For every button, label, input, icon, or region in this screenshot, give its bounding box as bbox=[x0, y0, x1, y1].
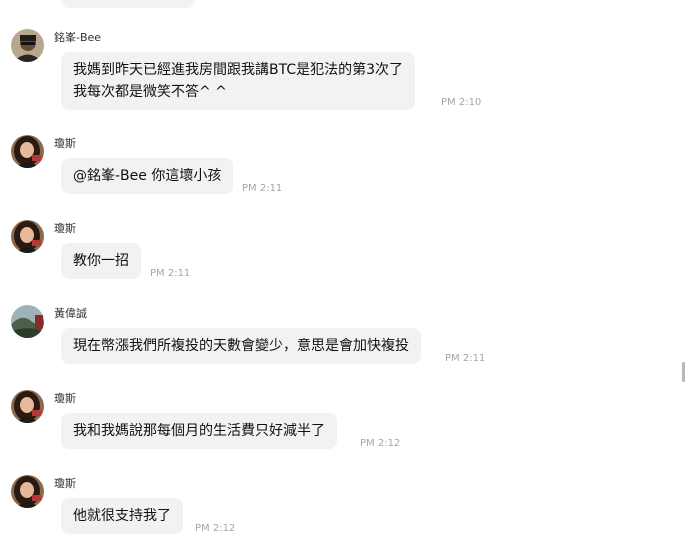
message-text: @銘峯-Bee 你這壞小孩 bbox=[73, 168, 222, 184]
scrollbar-thumb[interactable] bbox=[682, 362, 685, 382]
sender-name[interactable]: 瓊斯 bbox=[54, 220, 76, 236]
message-text: 現在幣漲我們所複投的天數會變少，意思是會加快複投 bbox=[73, 338, 409, 354]
message-bubble[interactable]: 他就很支持我了 bbox=[61, 498, 183, 534]
message-bubble[interactable]: 我和我媽說那每個月的生活費只好減半了 bbox=[61, 413, 337, 449]
message-bubble[interactable]: 我媽到昨天已經進我房間跟我講BTC是犯法的第3次了 我每次都是微笑不答^ ^ bbox=[61, 52, 416, 110]
sender-name[interactable]: 瓊斯 bbox=[54, 390, 76, 406]
female-avatar-icon[interactable] bbox=[11, 475, 44, 508]
message-timestamp: PM 2:11 bbox=[150, 268, 191, 279]
chat-message: 瓊斯 我和我媽說那每個月的生活費只好減半了 PM 2:12 bbox=[0, 388, 687, 472]
female-avatar-icon[interactable] bbox=[11, 220, 44, 253]
chat-message: 銘峯-Bee 我媽到昨天已經進我房間跟我講BTC是犯法的第3次了 我每次都是微笑… bbox=[0, 27, 687, 111]
message-text: 我媽到昨天已經進我房間跟我講BTC是犯法的第3次了 bbox=[73, 62, 404, 78]
male-avatar-icon[interactable] bbox=[11, 29, 44, 62]
landscape-avatar-icon[interactable] bbox=[11, 305, 44, 338]
previous-message-bubble bbox=[61, 0, 195, 8]
chat-message: 黃偉誠 現在幣漲我們所複投的天數會變少，意思是會加快複投 PM 2:11 bbox=[0, 303, 687, 387]
message-bubble[interactable]: @銘峯-Bee 你這壞小孩 bbox=[61, 158, 234, 194]
message-text: 我和我媽說那每個月的生活費只好減半了 bbox=[73, 423, 325, 439]
message-bubble[interactable]: 教你一招 bbox=[61, 243, 141, 279]
sender-name[interactable]: 瓊斯 bbox=[54, 135, 76, 151]
chat-message-list[interactable]: 銘峯-Bee 我媽到昨天已經進我房間跟我講BTC是犯法的第3次了 我每次都是微笑… bbox=[0, 0, 687, 546]
sender-name[interactable]: 黃偉誠 bbox=[54, 305, 87, 321]
message-timestamp: PM 2:10 bbox=[441, 97, 482, 108]
message-text: 教你一招 bbox=[73, 253, 129, 269]
message-timestamp: PM 2:11 bbox=[242, 183, 283, 194]
message-text: 他就很支持我了 bbox=[73, 508, 171, 524]
chat-message: 瓊斯 他就很支持我了 PM 2:12 bbox=[0, 473, 687, 546]
message-timestamp: PM 2:11 bbox=[445, 353, 486, 364]
message-bubble[interactable]: 現在幣漲我們所複投的天數會變少，意思是會加快複投 bbox=[61, 328, 421, 364]
message-text: 我每次都是微笑不答^ ^ bbox=[73, 84, 227, 100]
female-avatar-icon[interactable] bbox=[11, 390, 44, 423]
sender-name[interactable]: 銘峯-Bee bbox=[54, 29, 101, 45]
chat-message: 瓊斯 @銘峯-Bee 你這壞小孩 PM 2:11 bbox=[0, 133, 687, 217]
message-timestamp: PM 2:12 bbox=[360, 438, 401, 449]
message-timestamp: PM 2:12 bbox=[195, 523, 236, 534]
female-avatar-icon[interactable] bbox=[11, 135, 44, 168]
sender-name[interactable]: 瓊斯 bbox=[54, 475, 76, 491]
chat-message: 瓊斯 教你一招 PM 2:11 bbox=[0, 218, 687, 302]
